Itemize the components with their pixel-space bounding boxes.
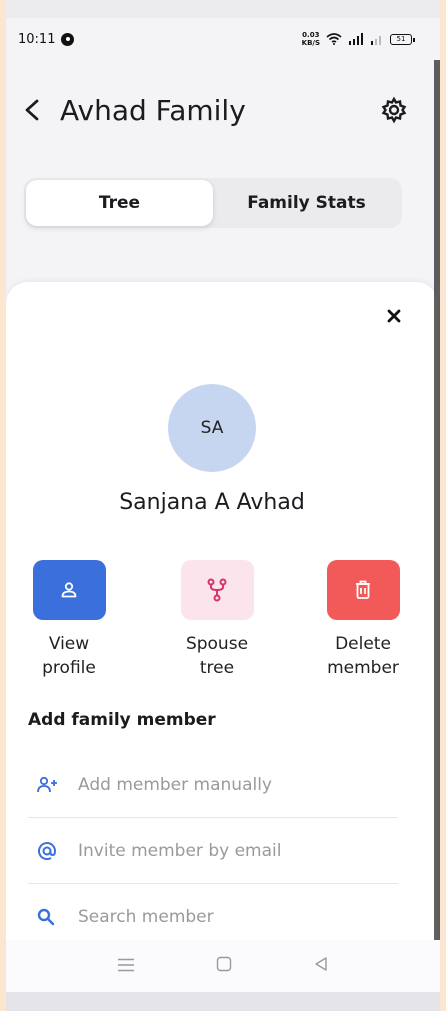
- system-nav-bar: [6, 940, 440, 992]
- battery-icon: 51: [390, 33, 415, 45]
- back-arrow-icon[interactable]: [24, 90, 54, 130]
- add-member-manually-label: Add member manually: [78, 774, 272, 795]
- page-title: Avhad Family: [60, 93, 246, 127]
- member-name: Sanjana A Avhad: [119, 490, 305, 515]
- search-icon: [28, 907, 62, 927]
- back-triangle-icon[interactable]: [313, 956, 329, 976]
- invite-member-email-label: Invite member by email: [78, 840, 282, 861]
- tab-family-stats[interactable]: Family Stats: [213, 180, 400, 226]
- invite-member-email-item[interactable]: Invite member by email: [28, 818, 398, 884]
- view-profile-label: View profile: [42, 634, 96, 678]
- spouse-tree-button[interactable]: [180, 560, 254, 620]
- bottom-strip: [6, 992, 440, 1011]
- add-person-icon: [28, 775, 62, 795]
- fork-icon: [207, 578, 227, 602]
- person-icon: [61, 582, 77, 598]
- view-profile-button[interactable]: [32, 560, 106, 620]
- scroll-edge: [434, 60, 440, 940]
- signal-icon: [349, 33, 363, 45]
- at-icon: [28, 840, 62, 862]
- phone-screen: 10:11 0.03 KB/S 51 Avhad Family Tree Fam…: [6, 0, 440, 1011]
- tab-tree[interactable]: Tree: [26, 180, 213, 226]
- network-speed: 0.03 KB/S: [301, 31, 320, 47]
- view-tabs: Tree Family Stats: [24, 178, 402, 228]
- notification-icon: [61, 32, 75, 46]
- close-icon[interactable]: [382, 304, 406, 328]
- menu-icon[interactable]: [117, 957, 135, 976]
- spouse-tree-action: Spouse tree: [162, 560, 272, 680]
- trash-icon: [356, 580, 370, 599]
- avatar: SA: [168, 384, 256, 472]
- delete-member-action: Delete member: [308, 560, 418, 680]
- home-square-icon[interactable]: [216, 956, 232, 976]
- delete-member-label: Delete member: [327, 634, 399, 678]
- delete-member-button[interactable]: [326, 560, 400, 620]
- header: Avhad Family: [6, 80, 440, 140]
- avatar-initials: SA: [200, 418, 224, 438]
- search-member-label: Search member: [78, 907, 214, 927]
- add-family-member-title: Add family member: [28, 710, 216, 730]
- status-time: 10:11: [18, 31, 56, 47]
- wifi-icon: [326, 33, 342, 45]
- top-strip: [6, 0, 440, 18]
- member-bottom-sheet: SA Sanjana A Avhad View profile Spouse t…: [6, 282, 438, 940]
- status-bar: 10:11 0.03 KB/S 51: [6, 18, 440, 60]
- gear-icon[interactable]: [374, 90, 414, 130]
- add-member-options: Add member manually Invite member by ema…: [28, 752, 398, 950]
- signal-2-icon: [371, 36, 381, 45]
- spouse-tree-label: Spouse tree: [185, 634, 249, 678]
- add-member-manually-item[interactable]: Add member manually: [28, 752, 398, 818]
- view-profile-action: View profile: [14, 560, 124, 680]
